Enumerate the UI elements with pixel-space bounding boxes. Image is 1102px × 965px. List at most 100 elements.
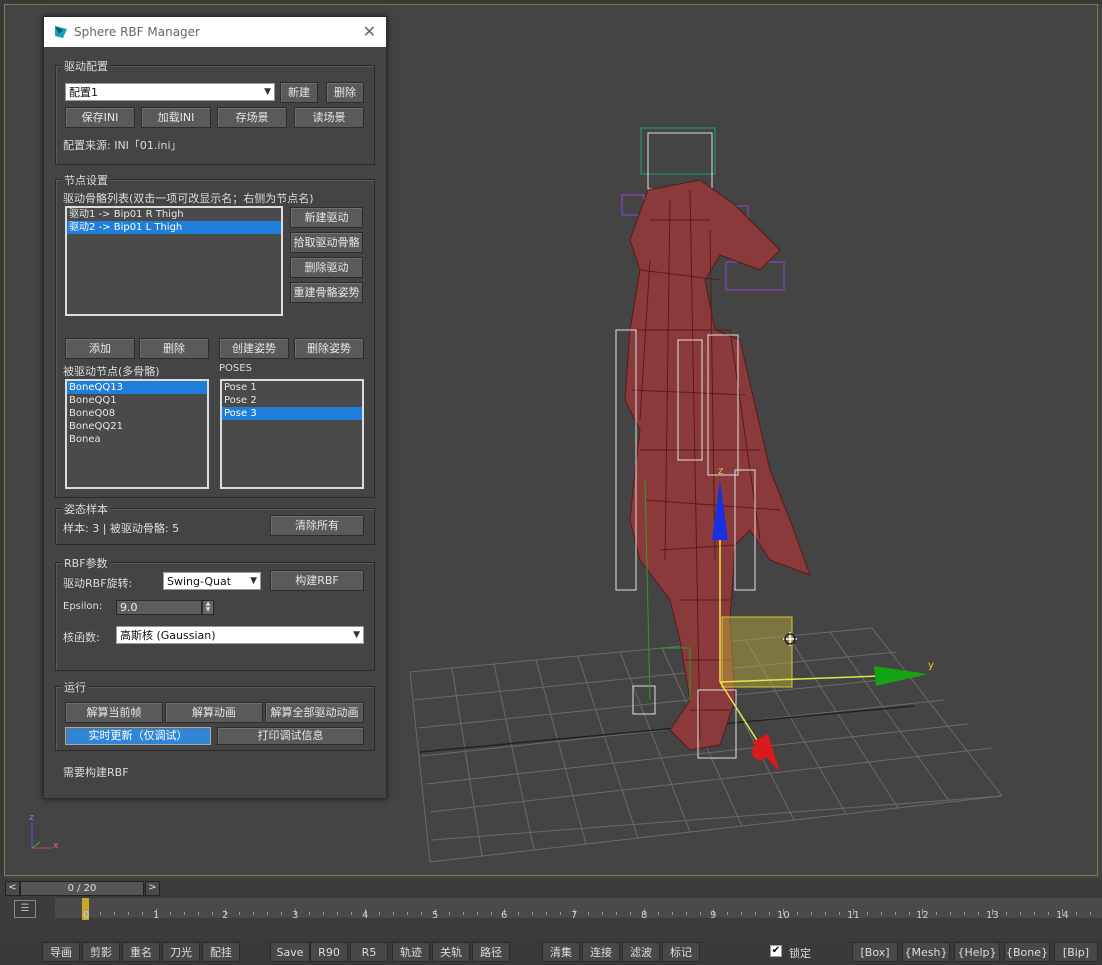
- ruler-label: 7: [571, 910, 578, 921]
- save-ini-button[interactable]: 保存INI: [65, 107, 135, 128]
- ruler-minor-tick: [755, 912, 756, 915]
- toolbar-button[interactable]: R5: [350, 942, 388, 962]
- new-config-button[interactable]: 新建: [280, 82, 318, 103]
- kernel-select[interactable]: 高斯核 (Gaussian) ▼: [116, 626, 364, 644]
- print-debug-button[interactable]: 打印调试信息: [217, 727, 364, 745]
- filter-button[interactable]: {Bone}: [1004, 942, 1050, 962]
- rbf-params-title: RBF参数: [62, 555, 110, 571]
- toolbar-button[interactable]: 连接: [582, 942, 620, 962]
- ruler-minor-tick: [602, 912, 603, 915]
- list-item[interactable]: Bonea: [67, 433, 207, 446]
- chevron-down-icon: ▼: [250, 576, 257, 586]
- toolbar-button[interactable]: 剪影: [82, 942, 120, 962]
- ruler-minor-tick: [672, 912, 673, 915]
- filter-button[interactable]: [Bip]: [1054, 942, 1098, 962]
- toolbar-button[interactable]: Save: [270, 942, 310, 962]
- pose-samples-title: 姿态样本: [62, 501, 110, 517]
- epsilon-input[interactable]: 9.0: [116, 600, 202, 615]
- rotation-select[interactable]: Swing-Quat ▼: [163, 572, 261, 590]
- list-item[interactable]: Pose 2: [222, 394, 362, 407]
- drivers-list[interactable]: 驱动1 -> Bip01 R Thigh 驱动2 -> Bip01 L Thig…: [65, 206, 283, 316]
- config-select[interactable]: 配置1 ▼: [65, 83, 275, 101]
- epsilon-spinner[interactable]: ▲ ▼: [202, 600, 214, 615]
- pose-samples-info: 样本: 3 | 被驱动骨骼: 5: [63, 522, 180, 535]
- list-item[interactable]: BoneQQ21: [67, 420, 207, 433]
- solve-frame-button[interactable]: 解算当前帧: [65, 702, 163, 723]
- ruler-minor-tick: [449, 912, 450, 915]
- toolbar-button[interactable]: 配挂: [202, 942, 240, 962]
- time-slider[interactable]: 0 / 20: [20, 881, 144, 896]
- tripod-x-label: x: [53, 841, 59, 851]
- ruler-minor-tick: [1076, 912, 1077, 915]
- ruler-minor-tick: [1034, 912, 1035, 915]
- list-item[interactable]: 驱动1 -> Bip01 R Thigh: [67, 208, 281, 221]
- ruler-minor-tick: [546, 912, 547, 915]
- rebuild-bone-pose-button[interactable]: 重建骨骼姿势: [290, 282, 363, 303]
- poses-list[interactable]: Pose 1 Pose 2 Pose 3: [220, 379, 364, 489]
- window-titlebar[interactable]: Sphere RBF Manager ✕: [44, 17, 386, 47]
- chevron-down-icon: ▼: [353, 630, 360, 640]
- realtime-update-toggle[interactable]: 实时更新（仅调试）: [65, 727, 211, 745]
- clear-all-button[interactable]: 清除所有: [270, 515, 364, 536]
- toolbar-button[interactable]: 路径: [472, 942, 510, 962]
- ruler-label: 14: [1056, 910, 1069, 921]
- list-item[interactable]: Pose 1: [222, 381, 362, 394]
- pick-driver-bone-button[interactable]: 拾取驱动骨骼: [290, 232, 363, 253]
- driven-nodes-list[interactable]: BoneQQ13 BoneQQ1 BoneQ08 BoneQQ21 Bonea: [65, 379, 209, 489]
- toolbar-button[interactable]: R90: [310, 942, 348, 962]
- create-pose-button[interactable]: 创建姿势: [219, 338, 289, 359]
- prev-frame-button[interactable]: <: [5, 881, 20, 896]
- toolbar-button[interactable]: 关轨: [432, 942, 470, 962]
- list-item[interactable]: Pose 3: [222, 407, 362, 420]
- ruler-minor-tick: [421, 912, 422, 915]
- solve-all-button[interactable]: 解算全部驱动动画: [265, 702, 364, 723]
- ruler-minor-tick: [142, 912, 143, 915]
- ruler-minor-tick: [239, 912, 240, 915]
- lock-checkbox[interactable]: ✔: [770, 945, 782, 957]
- curve-editor-icon[interactable]: ☰: [14, 900, 36, 918]
- ruler-minor-tick: [769, 912, 770, 915]
- close-icon[interactable]: ✕: [363, 22, 376, 41]
- remove-driven-button[interactable]: 删除: [139, 338, 209, 359]
- chevron-down-icon: ▼: [264, 87, 271, 97]
- ruler-minor-tick: [351, 912, 352, 915]
- config-source-label: 配置来源: INI「01.ini」: [63, 139, 182, 152]
- save-scene-button[interactable]: 存场景: [217, 107, 287, 128]
- next-frame-button[interactable]: >: [145, 881, 160, 896]
- read-scene-button[interactable]: 读场景: [294, 107, 364, 128]
- timeline-track[interactable]: [55, 898, 1102, 918]
- ruler-label: 9: [710, 910, 717, 921]
- ruler-label: 4: [362, 910, 369, 921]
- toolbar-button[interactable]: 标记: [662, 942, 700, 962]
- delete-pose-button[interactable]: 删除姿势: [294, 338, 364, 359]
- delete-config-button[interactable]: 删除: [326, 82, 364, 103]
- load-ini-button[interactable]: 加载INI: [141, 107, 211, 128]
- delete-driver-button[interactable]: 删除驱动: [290, 257, 363, 278]
- filter-button[interactable]: {Help}: [954, 942, 1000, 962]
- new-driver-button[interactable]: 新建驱动: [290, 207, 363, 228]
- toolbar-button[interactable]: 重名: [122, 942, 160, 962]
- ruler-label: 13: [986, 910, 999, 921]
- ruler-minor-tick: [560, 912, 561, 915]
- filter-button[interactable]: {Mesh}: [902, 942, 950, 962]
- toolbar-button[interactable]: 滤波: [622, 942, 660, 962]
- build-rbf-button[interactable]: 构建RBF: [270, 570, 364, 591]
- solve-animation-button[interactable]: 解算动画: [165, 702, 263, 723]
- rotation-label: 驱动RBF旋转:: [63, 577, 133, 590]
- ruler-minor-tick: [1020, 912, 1021, 915]
- list-item[interactable]: BoneQ08: [67, 407, 207, 420]
- toolbar-button[interactable]: 刀光: [162, 942, 200, 962]
- ruler-minor-tick: [741, 912, 742, 915]
- list-item[interactable]: 驱动2 -> Bip01 L Thigh: [67, 221, 281, 234]
- ruler-label: 10: [777, 910, 790, 921]
- toolbar-button[interactable]: 清集: [542, 942, 580, 962]
- list-item[interactable]: BoneQQ13: [67, 381, 207, 394]
- toolbar-button[interactable]: 导画: [42, 942, 80, 962]
- filter-button[interactable]: [Box]: [852, 942, 898, 962]
- ruler-minor-tick: [964, 912, 965, 915]
- ruler-minor-tick: [1090, 912, 1091, 915]
- list-item[interactable]: BoneQQ1: [67, 394, 207, 407]
- epsilon-label: Epsilon:: [63, 601, 103, 612]
- add-driven-button[interactable]: 添加: [65, 338, 135, 359]
- toolbar-button[interactable]: 轨迹: [392, 942, 430, 962]
